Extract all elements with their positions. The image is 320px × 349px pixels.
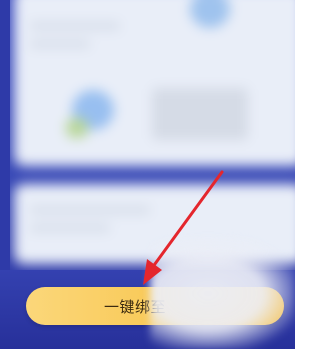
illustration-icon xyxy=(66,118,88,138)
image-placeholder xyxy=(152,88,248,140)
placeholder-text-line xyxy=(30,40,90,48)
blur-overlay xyxy=(150,238,295,349)
placeholder-text-line xyxy=(30,224,110,232)
app-screen: 一键绑至 xyxy=(0,0,295,349)
placeholder-text-line xyxy=(30,206,150,214)
placeholder-text-line xyxy=(30,22,120,30)
